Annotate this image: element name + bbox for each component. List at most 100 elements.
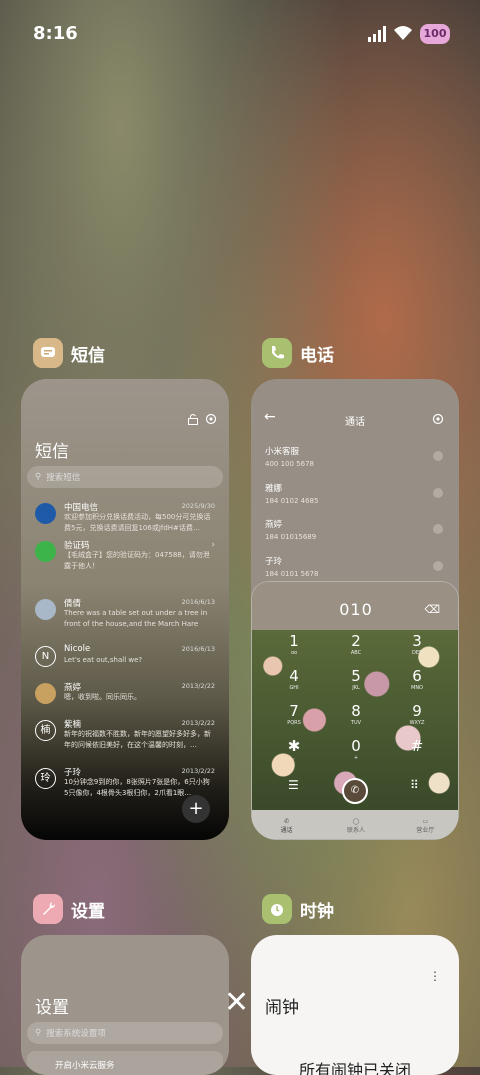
more-icon[interactable]: ⋮ (429, 969, 441, 983)
message-date: 2013/2/22 (181, 719, 215, 727)
backspace-icon[interactable]: ⌫ (424, 603, 440, 616)
info-icon[interactable] (433, 524, 443, 534)
tab-contacts[interactable]: ◯ 联系人 (326, 818, 386, 834)
message-preview: 欢迎参加积分兑换话费活动，每500分可兑换话费5元，兑换话费请回复106或Jfd… (64, 513, 211, 532)
contact-name: 雅娜 (265, 484, 283, 494)
recent-card-phone[interactable]: ← 通话 小米客服 400 100 5678 雅娜 184 0102 4685 燕婷… (251, 379, 459, 840)
list-item[interactable]: 倩倩 2016/6/13 There was a table set out und… (21, 597, 229, 633)
bottom-tab-bar: ✆ 通话 ◯ 联系人 ▭ 营业厅 (252, 810, 458, 839)
page-title: 闹钟 (265, 998, 299, 1018)
store-icon: ▭ (422, 817, 429, 825)
page-title: 设置 (35, 998, 69, 1018)
list-item[interactable]: 燕婷 2013/2/22 嗯，收到啦。同乐同乐。 (21, 681, 229, 717)
signal-icon (368, 26, 386, 42)
person-icon: ◯ (352, 817, 360, 825)
app-header-sms[interactable]: 短信 (33, 338, 105, 368)
contact-number: 184 01015689 (265, 533, 317, 541)
dialpad-panel[interactable]: 010 ⌫ 1 oo 2 ABC 3 DEF 4 GHI 5 JKL 6 MNO 7 PQRS… (251, 581, 459, 840)
app-header-phone[interactable]: 电话 (262, 338, 334, 368)
dial-key[interactable]: # (397, 737, 437, 755)
search-placeholder: 搜索系统设置项 (46, 1029, 106, 1039)
close-icon[interactable]: ✕ (224, 988, 249, 1018)
avatar: 楠 (35, 720, 56, 741)
avatar: N (35, 646, 56, 667)
lock-icon[interactable] (187, 413, 199, 425)
dial-key[interactable]: 8 TUV (336, 702, 376, 726)
contact-row[interactable]: 燕婷 184 01015689 (265, 518, 445, 541)
dial-key[interactable]: 2 ABC (336, 632, 376, 656)
message-preview: 嗯，收到啦。同乐同乐。 (64, 693, 141, 701)
clock-app-icon (262, 894, 292, 924)
dial-key[interactable]: 0 + (336, 737, 376, 761)
app-name: 电话 (300, 345, 334, 366)
wifi-icon (394, 26, 412, 40)
contact-row[interactable]: 雅娜 184 0102 4685 (265, 482, 445, 505)
list-item[interactable]: 楠紫楠 2013/2/22 新年的祝福数不胜数，新年的愿望好多好多，新年的问候依旧美… (21, 718, 229, 754)
search-input[interactable]: ⚲ 搜索系统设置项 (27, 1022, 223, 1044)
phone-icon: ✆ (284, 817, 290, 825)
gear-icon[interactable] (205, 413, 217, 425)
recent-card-settings[interactable]: 设置 ⚲ 搜索系统设置项 开启小米云服务 (21, 935, 229, 1075)
message-preview: 【毛绒盒子】您的验证码为：047588，请勿泄露于他人！ (64, 551, 210, 570)
app-name: 时钟 (300, 901, 334, 922)
recent-card-clock[interactable]: ⋮ 闹钟 所有闹钟已关闭 (251, 935, 459, 1075)
search-input[interactable]: ⚲ 搜索短信 (27, 466, 223, 488)
list-item[interactable]: 验证码 › 【毛绒盒子】您的验证码为：047588，请勿泄露于他人！ (21, 539, 229, 575)
empty-state-text: 所有闹钟已关闭 (298, 1061, 411, 1075)
message-date: 2016/6/13 (181, 598, 215, 606)
page-title: 通话 (345, 417, 365, 428)
compose-button[interactable]: + (182, 795, 210, 823)
settings-item[interactable]: 开启小米云服务 (27, 1051, 223, 1075)
dial-key[interactable]: 1 oo (274, 632, 314, 656)
recent-card-sms[interactable]: 短信 ⚲ 搜索短信 中国电信 2025/9/30 欢迎参加积分兑换话费活动，每500分… (21, 379, 229, 840)
contact-name: 小米客服 (265, 447, 300, 457)
info-icon[interactable] (433, 561, 443, 571)
contact-row[interactable]: 子玲 184 0101 5678 (265, 555, 445, 578)
call-button[interactable]: ✆ (342, 778, 368, 804)
list-item[interactable]: 中国电信 2025/9/30 欢迎参加积分兑换话费活动，每500分可兑换话费5元，兑… (21, 501, 229, 537)
dial-key[interactable]: 5 JKL (336, 667, 376, 691)
app-header-settings[interactable]: 设置 (33, 894, 105, 924)
info-icon[interactable] (433, 488, 443, 498)
search-placeholder: 搜索短信 (46, 473, 81, 483)
message-preview: There was a table set out under a tree i… (64, 609, 208, 628)
contact-name: 子玲 (265, 557, 283, 567)
avatar (35, 683, 56, 704)
contact-row[interactable]: 小米客服 400 100 5678 (265, 445, 445, 468)
app-name: 设置 (71, 901, 105, 922)
message-date: 2013/2/22 (181, 682, 215, 690)
avatar (35, 503, 56, 524)
list-item[interactable]: N Nicole 2016/6/13 Let's eat out,shall we? (21, 644, 229, 680)
tab-calls[interactable]: ✆ 通话 (257, 818, 317, 834)
contact-name: 燕婷 (265, 520, 283, 530)
message-preview: Let's eat out,shall we? (64, 656, 143, 664)
status-bar: 8:16 100 (0, 0, 480, 66)
dialpad-toggle-icon[interactable]: ⠿ (410, 778, 419, 792)
avatar (35, 541, 56, 562)
sms-app-icon (33, 338, 63, 368)
dial-display: 010 ⌫ (252, 582, 458, 630)
gear-icon[interactable] (432, 413, 444, 425)
app-header-clock[interactable]: 时钟 (262, 894, 334, 924)
dial-key[interactable]: 7 PQRS (274, 702, 314, 726)
dial-key[interactable]: 6 MNO (397, 667, 437, 691)
dial-key[interactable]: 4 GHI (274, 667, 314, 691)
clock-time: 8:16 (33, 23, 78, 44)
dial-key[interactable]: ✱, (274, 737, 314, 761)
page-title: 短信 (35, 442, 69, 462)
dial-key[interactable]: 9 WXYZ (397, 702, 437, 726)
menu-icon[interactable]: ☰ (288, 778, 299, 792)
search-icon: ⚲ (35, 472, 42, 482)
sender-name: Nicole (64, 644, 91, 654)
chevron-right-icon: › (211, 540, 215, 550)
contact-number: 184 0102 4685 (265, 497, 319, 505)
tab-store[interactable]: ▭ 营业厅 (395, 818, 455, 834)
settings-app-icon (33, 894, 63, 924)
avatar (35, 599, 56, 620)
message-date: 2013/2/22 (181, 767, 215, 775)
search-icon: ⚲ (35, 1028, 42, 1038)
info-icon[interactable] (433, 451, 443, 461)
dial-key[interactable]: 3 DEF (397, 632, 437, 656)
contact-number: 184 0101 5678 (265, 570, 319, 578)
avatar: 玲 (35, 768, 56, 789)
